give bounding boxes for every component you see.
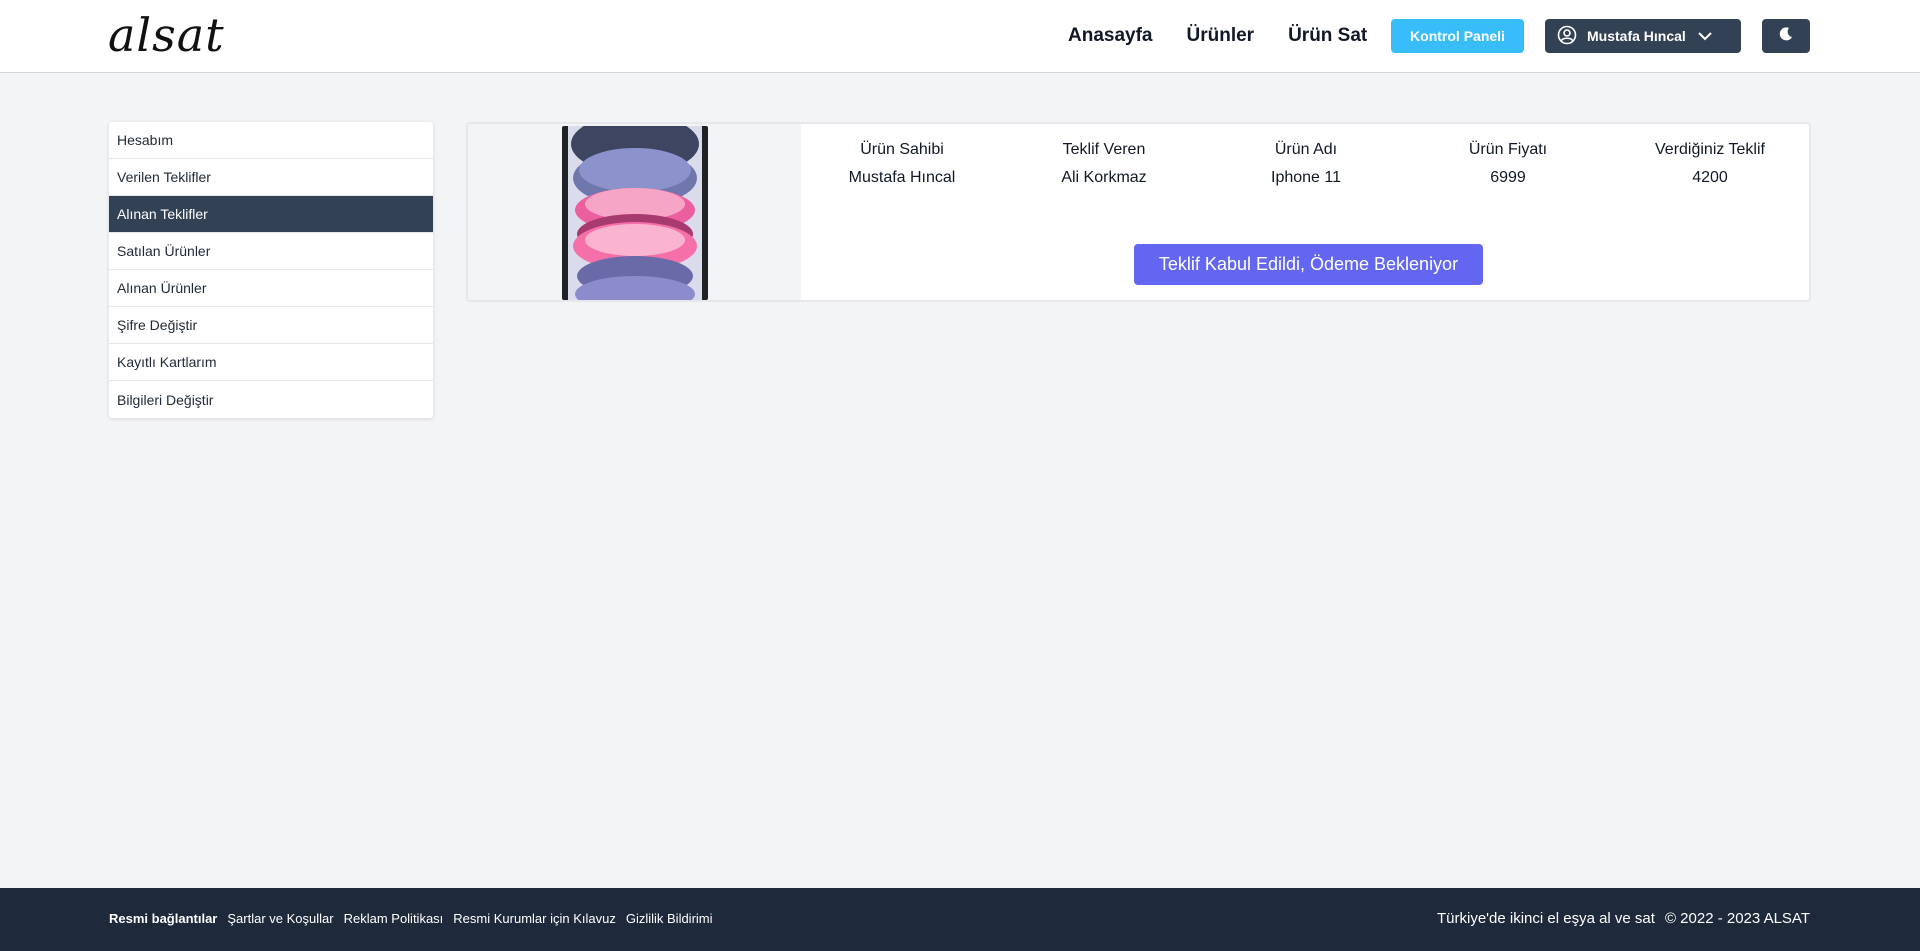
offer-table: Ürün Sahibi Teklif Veren Ürün Adı Ürün F…: [801, 136, 1809, 192]
header-bidder: Teklif Veren: [1062, 141, 1146, 158]
offer-table-row: Mustafa Hıncal Ali Korkmaz Iphone 11 699…: [801, 164, 1809, 192]
control-panel-button[interactable]: Kontrol Paneli: [1391, 19, 1524, 53]
top-navbar: alsat Anasayfa Ürünler Ürün Sat Kontrol …: [0, 0, 1920, 73]
moon-icon: [1778, 26, 1794, 47]
user-name: Mustafa Hıncal: [1587, 28, 1686, 44]
value-owner: Mustafa Hıncal: [848, 169, 956, 186]
footer-title: Resmi bağlantılar: [109, 911, 218, 926]
footer-info: Türkiye'de ikinci el eşya al ve sat © 20…: [1427, 910, 1810, 927]
nav-link-products[interactable]: Ürünler: [1187, 25, 1255, 47]
main-nav: Anasayfa Ürünler Ürün Sat: [1068, 18, 1401, 54]
product-image: [562, 126, 708, 300]
footer-link-ad-policy[interactable]: Reklam Politikası: [344, 911, 444, 926]
value-bidder: Ali Korkmaz: [1061, 169, 1147, 186]
offer-table-header: Ürün Sahibi Teklif Veren Ürün Adı Ürün F…: [801, 136, 1809, 164]
sidebar-item-bought-products[interactable]: Alınan Ürünler: [109, 270, 433, 307]
header-product-name: Ürün Adı: [1274, 141, 1338, 158]
sidebar-item-change-password[interactable]: Şifre Değiştir: [109, 307, 433, 344]
chevron-down-icon: [1698, 28, 1712, 44]
footer-link-terms[interactable]: Şartlar ve Koşullar: [227, 911, 333, 926]
sidebar-item-sold-products[interactable]: Satılan Ürünler: [109, 233, 433, 270]
sidebar-item-account[interactable]: Hesabım: [109, 122, 433, 159]
header-product-price: Ürün Fiyatı: [1468, 141, 1548, 158]
site-logo[interactable]: alsat: [108, 8, 225, 62]
sidebar-item-given-offers[interactable]: Verilen Teklifler: [109, 159, 433, 196]
nav-link-home[interactable]: Anasayfa: [1068, 25, 1153, 47]
header-owner: Ürün Sahibi: [860, 141, 944, 158]
footer-links: Resmi bağlantılar Şartlar ve Koşullar Re…: [109, 911, 723, 926]
nav-link-sell[interactable]: Ürün Sat: [1288, 25, 1367, 47]
footer-tagline: Türkiye'de ikinci el eşya al ve sat: [1436, 910, 1655, 927]
user-menu-button[interactable]: Mustafa Hıncal: [1545, 19, 1741, 53]
theme-toggle-button[interactable]: [1762, 19, 1810, 53]
value-product-name: Iphone 11: [1271, 169, 1341, 186]
account-sidebar: Hesabım Verilen Teklifler Alınan Teklifl…: [109, 122, 433, 418]
offer-status-button[interactable]: Teklif Kabul Edildi, Ödeme Bekleniyor: [1134, 244, 1483, 285]
header-your-offer: Verdiğiniz Teklif: [1655, 141, 1765, 158]
sidebar-item-received-offers[interactable]: Alınan Teklifler: [109, 196, 433, 233]
sidebar-item-change-info[interactable]: Bilgileri Değiştir: [109, 381, 433, 418]
footer-copyright: © 2022 - 2023 ALSAT: [1664, 910, 1810, 927]
product-image-box: [468, 124, 801, 300]
sidebar-item-saved-cards[interactable]: Kayıtlı Kartlarım: [109, 344, 433, 381]
value-your-offer: 4200: [1692, 169, 1728, 186]
offer-card: Ürün Sahibi Teklif Veren Ürün Adı Ürün F…: [466, 122, 1811, 302]
site-footer: Resmi bağlantılar Şartlar ve Koşullar Re…: [0, 888, 1920, 951]
footer-link-official-guide[interactable]: Resmi Kurumlar için Kılavuz: [453, 911, 616, 926]
value-product-price: 6999: [1490, 169, 1526, 186]
footer-link-privacy[interactable]: Gizlilik Bildirimi: [626, 911, 713, 926]
user-circle-icon: [1557, 25, 1577, 48]
